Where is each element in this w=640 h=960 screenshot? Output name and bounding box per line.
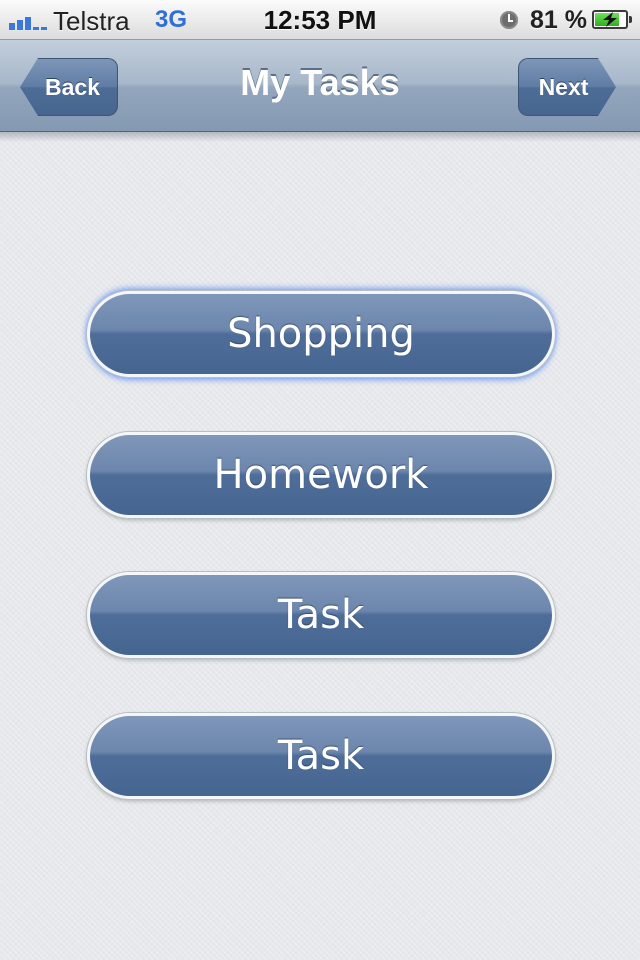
task-list: Shopping Homework Task Task (0, 0, 640, 960)
task-button-task-2[interactable]: Task (87, 713, 555, 799)
task-button-task-1[interactable]: Task (87, 572, 555, 658)
task-button-homework[interactable]: Homework (87, 432, 555, 518)
task-button-shopping[interactable]: Shopping (87, 291, 555, 377)
